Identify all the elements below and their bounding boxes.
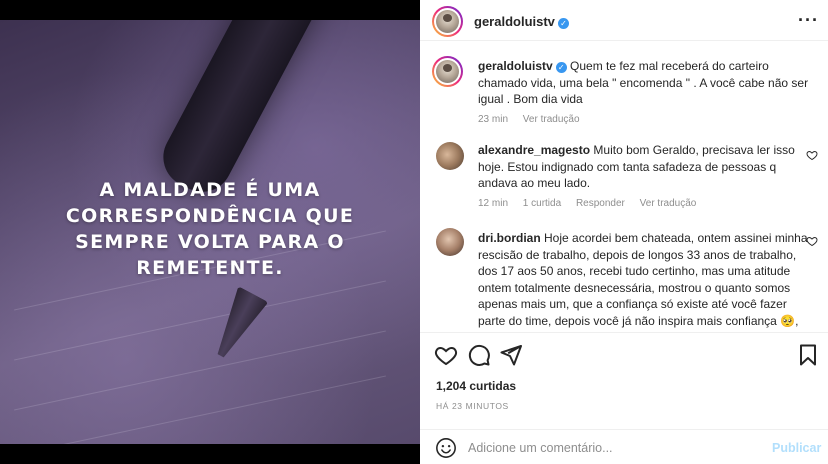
author-username[interactable]: geraldoluistv ✓ [474, 14, 569, 29]
paper-line [14, 330, 386, 411]
verified-badge-icon: ✓ [555, 62, 567, 73]
comment-username[interactable]: alexandre_magesto [478, 143, 590, 157]
verified-badge-icon: ✓ [557, 18, 569, 29]
share-send-icon[interactable] [499, 343, 523, 367]
comment-like-heart-icon[interactable] [806, 149, 818, 161]
post-actions: 1,204 curtidas HÁ 23 MINUTOS Publicar [420, 332, 828, 464]
comment-reply-button[interactable]: Responder [576, 198, 625, 209]
pen-nib-illustration [206, 286, 269, 364]
comment-username[interactable]: dri.bordian [478, 231, 541, 245]
caption-username[interactable]: geraldoluistv [478, 59, 553, 73]
author-avatar[interactable] [432, 6, 463, 37]
comment-input[interactable] [468, 436, 758, 460]
paper-line [14, 375, 386, 444]
comment-item: dri.bordian Hoje acordei bem chateada, o… [478, 230, 813, 332]
post-header: geraldoluistv ✓ ··· [420, 0, 828, 41]
comment-time[interactable]: 12 min [478, 198, 508, 209]
comment-likes[interactable]: 1 curtida [523, 198, 561, 209]
emoji-smiley-icon[interactable] [435, 437, 457, 459]
likes-count[interactable]: 1,204 curtidas [436, 379, 516, 393]
comment-avatar[interactable] [436, 228, 464, 256]
image-quote: A MALDADE É UMA CORRESPONDÊNCIA QUE SEMP… [65, 179, 355, 279]
more-horizontal-icon[interactable]: ··· [798, 10, 819, 31]
comment-like-heart-icon[interactable] [806, 235, 818, 247]
comment-bubble-icon[interactable] [467, 343, 491, 367]
post-details-panel: geraldoluistv ✓ ··· geraldoluistv ✓ Quem t… [420, 0, 828, 464]
caption: geraldoluistv ✓ Quem te fez mal receberá … [478, 58, 813, 125]
publish-button[interactable]: Publicar [772, 441, 821, 455]
comment-item: alexandre_magesto Muito bom Geraldo, pre… [478, 142, 813, 209]
post-timestamp[interactable]: HÁ 23 MINUTOS [436, 401, 509, 411]
like-heart-icon[interactable] [434, 343, 458, 367]
caption-avatar[interactable] [432, 56, 463, 87]
post-image[interactable]: A MALDADE É UMA CORRESPONDÊNCIA QUE SEMP… [0, 20, 420, 444]
save-bookmark-icon[interactable] [796, 343, 820, 367]
comment-text: Hoje acordei bem chateada, ontem assinei… [478, 231, 808, 332]
comment-translate-link[interactable]: Ver tradução [640, 198, 697, 209]
caption-translate-link[interactable]: Ver tradução [523, 114, 580, 125]
add-comment-bar: Publicar [420, 429, 828, 464]
caption-time[interactable]: 23 min [478, 114, 508, 125]
post-media-frame: A MALDADE É UMA CORRESPONDÊNCIA QUE SEMP… [0, 0, 420, 464]
comment-avatar[interactable] [436, 142, 464, 170]
paper-line [14, 280, 386, 361]
fountain-pen-illustration [152, 20, 328, 203]
comments-list[interactable]: geraldoluistv ✓ Quem te fez mal receberá … [420, 42, 828, 332]
